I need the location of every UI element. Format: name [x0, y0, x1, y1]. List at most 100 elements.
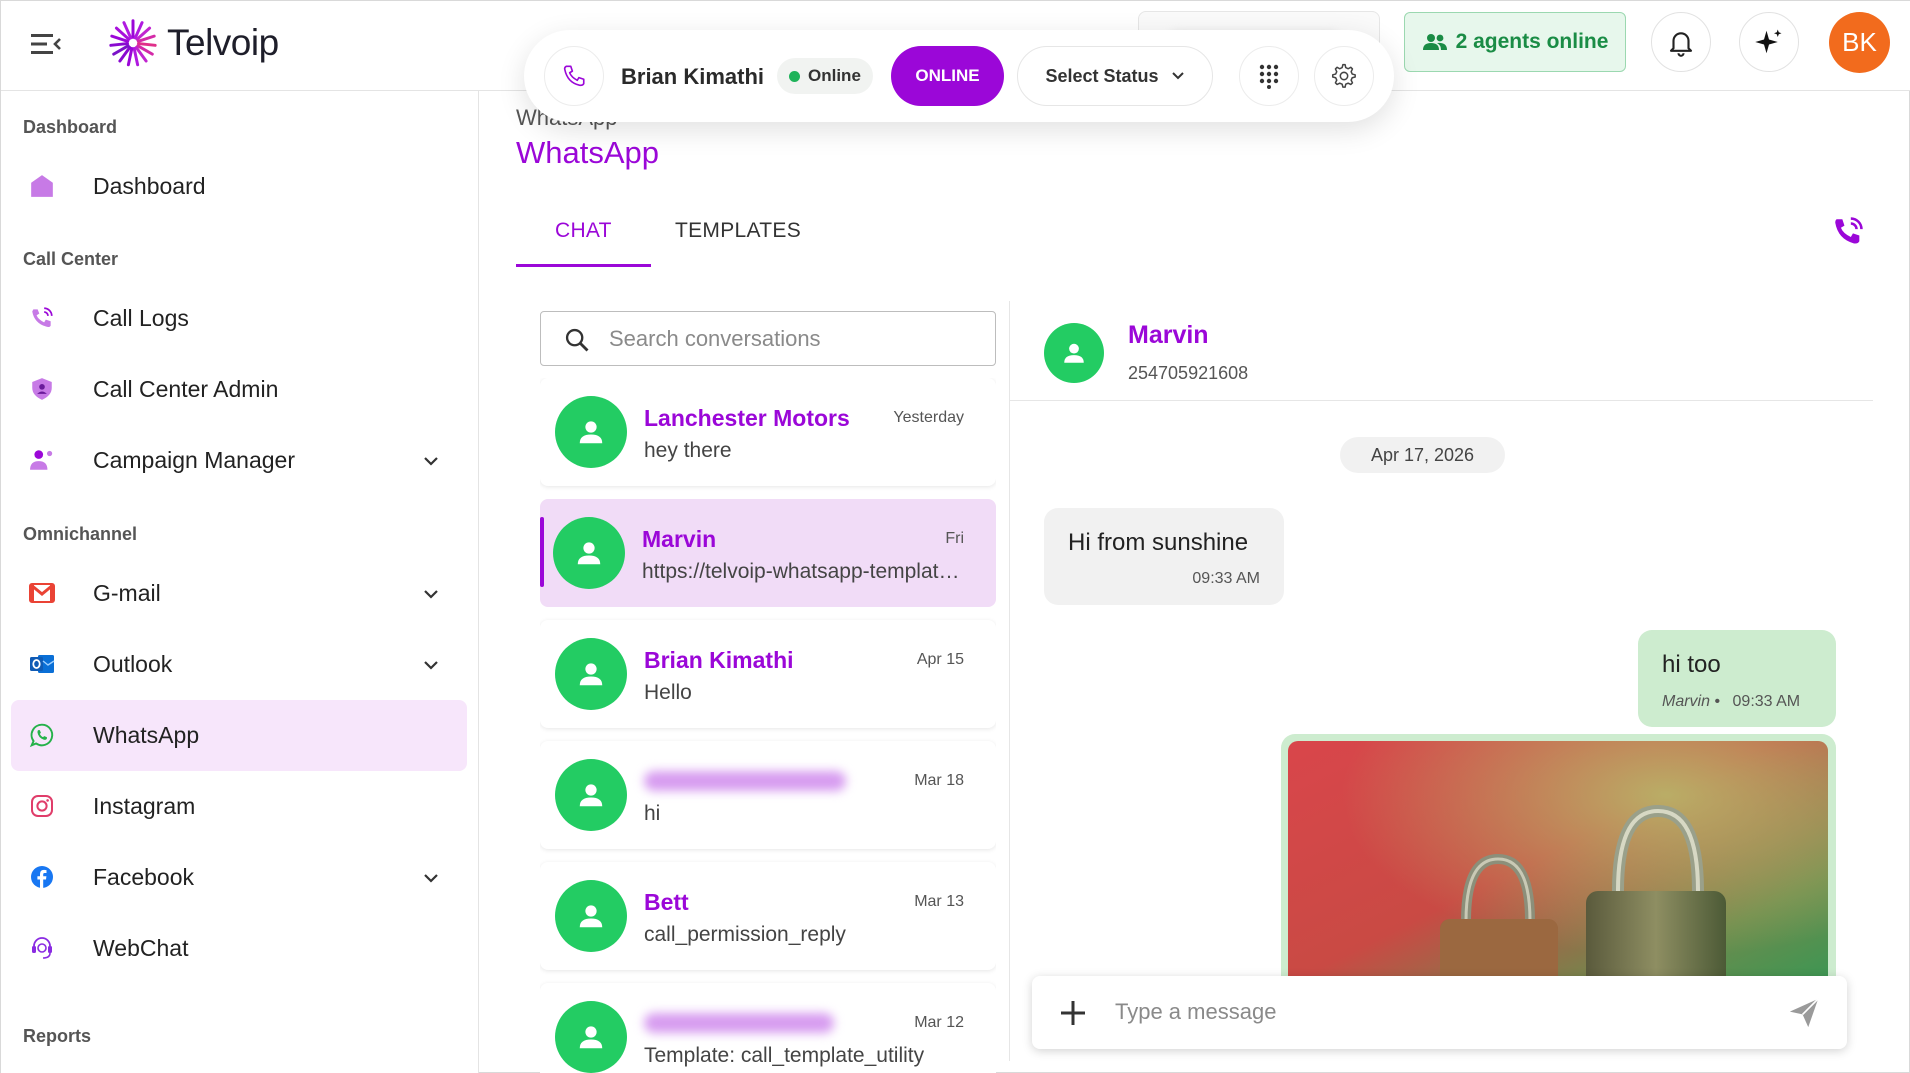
whatsapp-icon — [29, 722, 55, 748]
conversation-preview: Hello — [644, 681, 692, 704]
tab-chat[interactable]: CHAT — [555, 219, 612, 243]
gear-icon — [1331, 63, 1356, 88]
instagram-icon — [29, 793, 55, 819]
send-icon[interactable] — [1786, 996, 1822, 1030]
message-time: 09:33 AM — [1192, 570, 1260, 587]
conversation-item[interactable]: Brian Kimathi Apr 15 Hello — [540, 620, 996, 728]
sidebar-section-reports: Reports — [23, 1026, 92, 1046]
menu-collapse-icon[interactable] — [31, 31, 61, 57]
contact-avatar — [555, 1001, 627, 1073]
conversation-item-selected[interactable]: Marvin Fri https://telvoip-whatsapp-temp… — [540, 499, 996, 607]
conversation-item[interactable]: Bett Mar 13 call_permission_reply — [540, 862, 996, 970]
message-composer — [1032, 976, 1847, 1049]
chevron-down-icon[interactable] — [421, 655, 441, 675]
presence-chip: Online — [777, 58, 873, 94]
chevron-down-icon[interactable] — [421, 584, 441, 604]
conversation-item[interactable]: Mar 18 hi — [540, 741, 996, 849]
online-dot-icon — [789, 70, 800, 82]
chat-contact-number: 254705921608 — [1128, 363, 1249, 383]
call-status-bar: Brian Kimathi Online ONLINE Select Statu… — [524, 30, 1394, 122]
users-icon — [1422, 34, 1447, 50]
sidebar-item-label: G-mail — [93, 580, 161, 606]
notifications-button[interactable] — [1651, 12, 1711, 72]
status-select-label: Select Status — [1045, 65, 1159, 86]
sidebar-item-campaign-manager[interactable]: Campaign Manager — [11, 425, 467, 496]
user-avatar[interactable]: BK — [1829, 12, 1890, 73]
contact-avatar — [555, 396, 627, 468]
online-status-button[interactable]: ONLINE — [891, 46, 1004, 106]
sidebar: Dashboard Dashboard Call Center Call Log… — [1, 91, 479, 1073]
sidebar-item-label: Instagram — [93, 793, 196, 819]
date-divider: Apr 17, 2026 — [1340, 437, 1505, 473]
bell-icon — [1669, 32, 1693, 57]
sidebar-item-gmail[interactable]: G-mail — [11, 558, 467, 629]
message-text: hi too — [1662, 651, 1721, 678]
webchat-icon — [29, 935, 55, 961]
sidebar-item-label: Call Logs — [93, 305, 189, 331]
conversation-time: Fri — [945, 530, 964, 547]
sidebar-item-call-center-admin[interactable]: Call Center Admin — [11, 354, 467, 425]
search-field — [540, 311, 996, 366]
message-input[interactable] — [1115, 994, 1735, 1030]
conversation-item[interactable]: Mar 12 Template: call_template_utility — [540, 983, 996, 1073]
dialpad-icon — [1259, 64, 1279, 89]
image-message[interactable] — [1281, 734, 1836, 1004]
sidebar-item-label: Dashboard — [93, 173, 206, 199]
chat-contact-avatar — [1044, 323, 1104, 383]
sidebar-section-dashboard: Dashboard — [23, 117, 118, 137]
message-meta: Marvin • 09:33 AM — [1662, 693, 1800, 711]
person-icon — [577, 542, 601, 565]
phone-call-icon[interactable] — [1831, 215, 1865, 249]
message-text: Hi from sunshine — [1068, 529, 1249, 556]
ai-assistant-button[interactable] — [1739, 12, 1799, 72]
sidebar-item-webchat[interactable]: WebChat — [11, 913, 467, 984]
contact-avatar — [555, 638, 627, 710]
agents-online-label: 2 agents online — [1455, 30, 1609, 53]
status-select[interactable]: Select Status — [1017, 46, 1213, 106]
sidebar-item-label: WebChat — [93, 935, 189, 961]
softphone-button[interactable] — [544, 46, 604, 106]
call-settings-button[interactable] — [1314, 46, 1374, 106]
logo-burst-icon — [109, 19, 157, 67]
presence-label: Online — [808, 66, 861, 85]
conversation-time: Yesterday — [893, 409, 964, 426]
sidebar-item-label: WhatsApp — [93, 722, 200, 748]
person-icon — [579, 1026, 603, 1049]
conversation-preview: hey there — [644, 439, 732, 462]
outgoing-message: hi too Marvin • 09:33 AM — [1638, 630, 1836, 727]
sidebar-item-facebook[interactable]: Facebook — [11, 842, 467, 913]
app-logo[interactable]: Telvoip — [105, 17, 279, 69]
search-input[interactable] — [609, 322, 979, 356]
sidebar-item-instagram[interactable]: Instagram — [11, 771, 467, 842]
redacted-contact-name — [644, 771, 846, 791]
conversation-preview: https://telvoip-whatsapp-template-media — [642, 560, 960, 583]
home-icon — [29, 173, 55, 199]
agent-name: Brian Kimathi — [621, 64, 765, 89]
dialpad-button[interactable] — [1239, 46, 1299, 106]
sparkle-icon — [1755, 29, 1782, 54]
padlocks-photo — [1288, 741, 1828, 1004]
contact-avatar — [553, 517, 625, 589]
tab-templates[interactable]: TEMPLATES — [675, 219, 801, 243]
chevron-down-icon[interactable] — [421, 451, 441, 471]
sidebar-item-whatsapp[interactable]: WhatsApp — [11, 700, 467, 771]
sidebar-item-outlook[interactable]: Outlook — [11, 629, 467, 700]
person-icon — [1064, 343, 1084, 363]
conversation-preview: Template: call_template_utility — [644, 1044, 925, 1067]
message-sender: Marvin — [1662, 693, 1711, 710]
sidebar-section-omnichannel: Omnichannel — [23, 524, 138, 544]
conversation-list: Lanchester Motors Yesterday hey there Ma… — [540, 378, 996, 1073]
sidebar-item-call-logs[interactable]: Call Logs — [11, 283, 467, 354]
agents-online-badge[interactable]: 2 agents online — [1404, 12, 1626, 72]
conversation-time: Mar 13 — [914, 893, 964, 910]
conversation-item[interactable]: Lanchester Motors Yesterday hey there — [540, 378, 996, 486]
plus-icon[interactable] — [1058, 998, 1088, 1028]
meta-separator: • — [1714, 693, 1721, 710]
sidebar-item-dashboard[interactable]: Dashboard — [11, 151, 467, 222]
chevron-down-icon[interactable] — [421, 868, 441, 888]
conversation-name: Brian Kimathi — [644, 647, 794, 673]
conversation-preview: call_permission_reply — [644, 923, 846, 946]
sidebar-item-label: Campaign Manager — [93, 447, 296, 473]
conversation-time: Mar 12 — [914, 1014, 964, 1031]
panel-divider — [1009, 301, 1010, 1061]
